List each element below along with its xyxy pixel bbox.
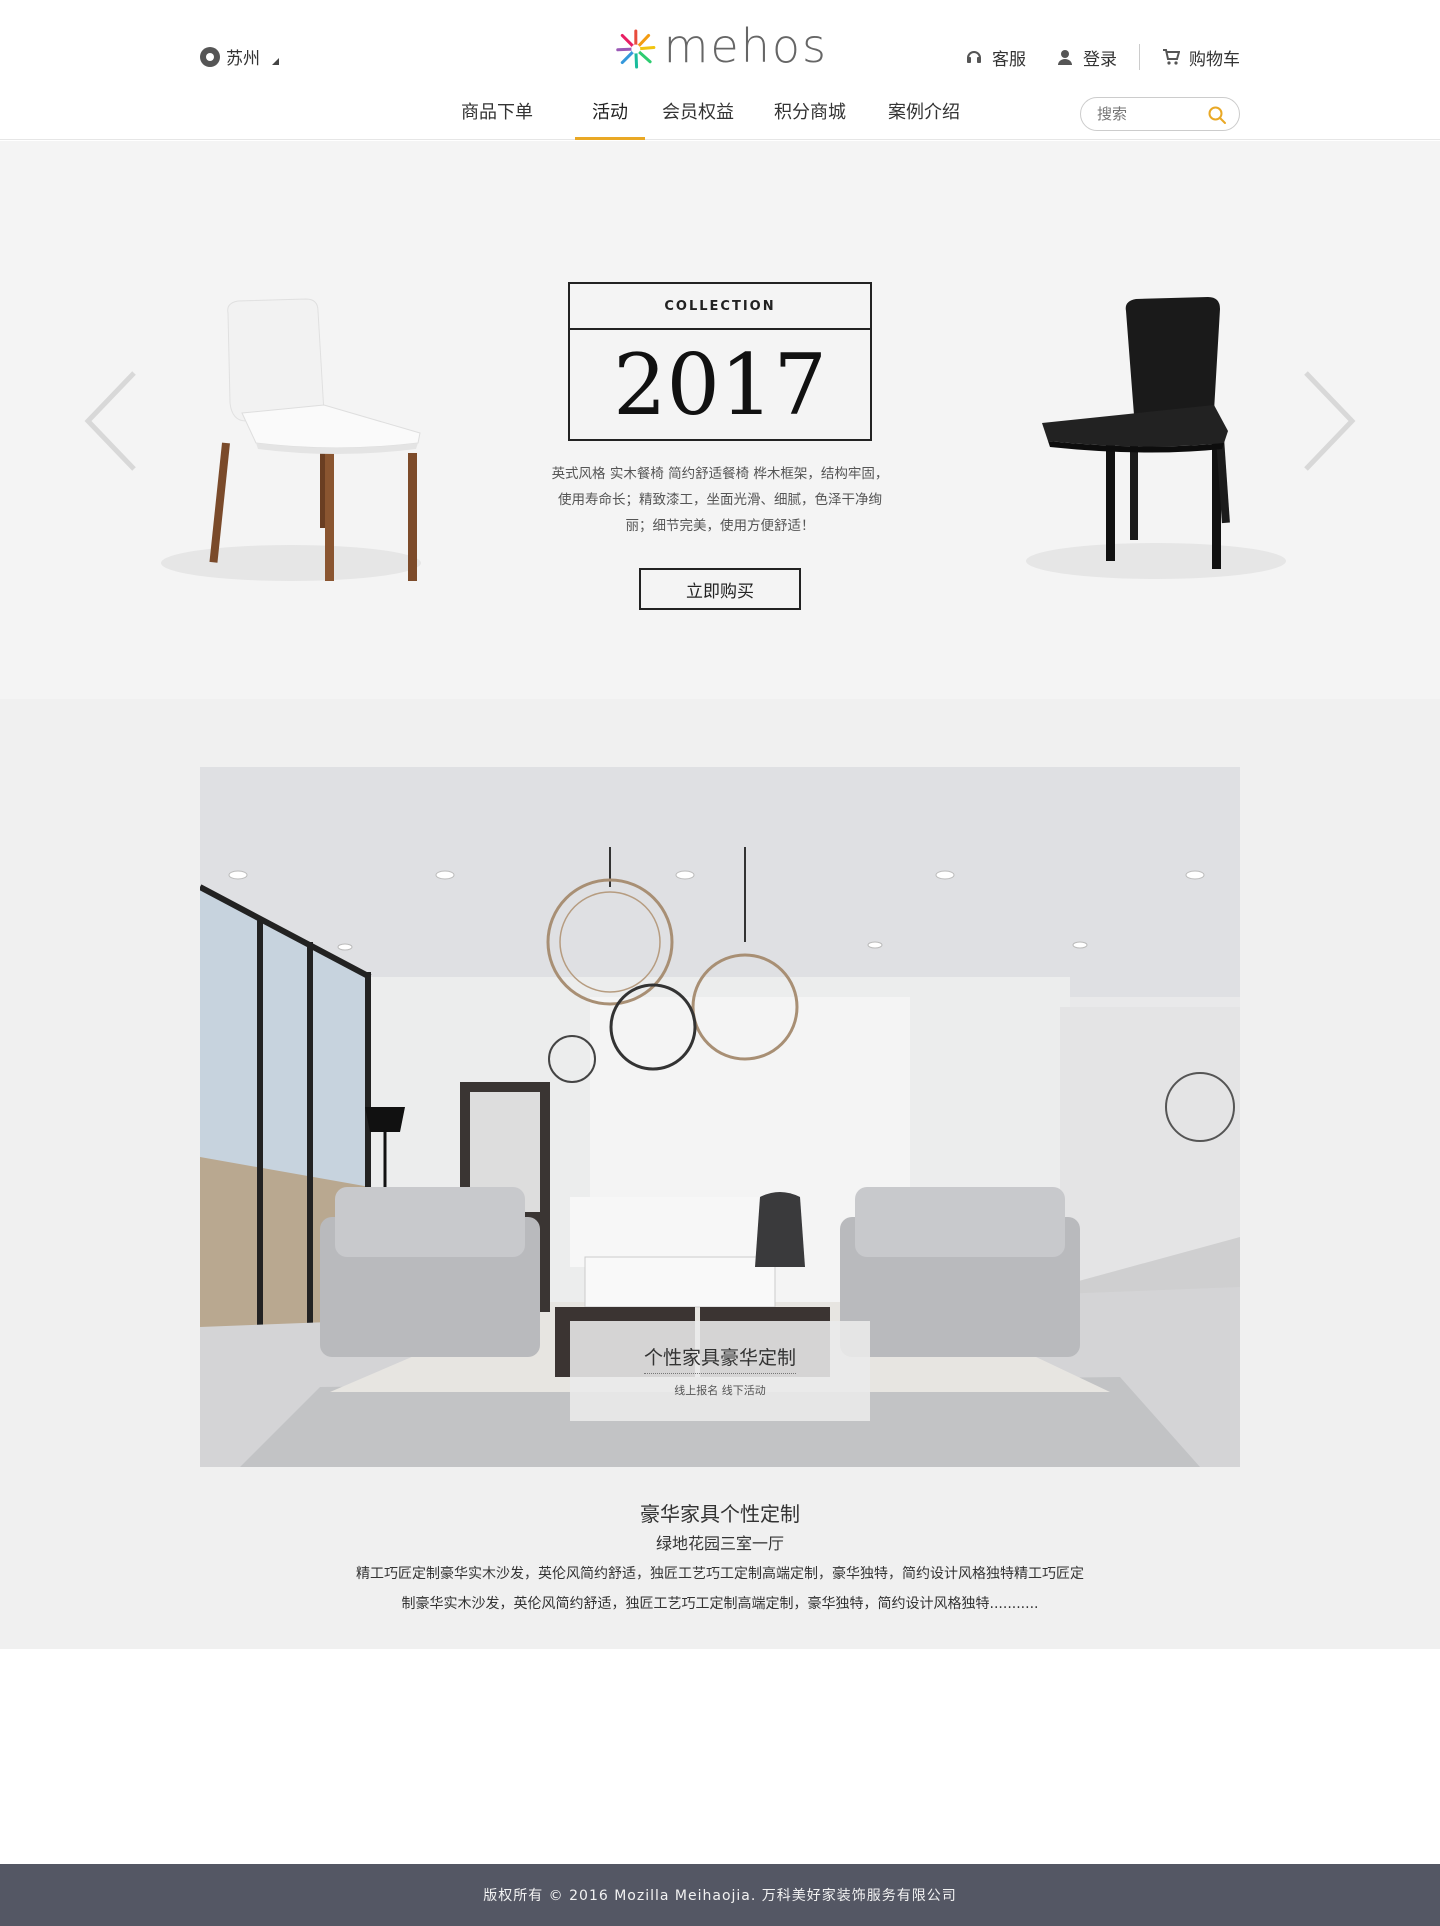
cart-link[interactable]: 购物车 (1162, 45, 1240, 70)
headset-icon (967, 51, 981, 63)
nav-item-activity[interactable]: 活动 (592, 98, 628, 140)
service-label: 客服 (992, 49, 1026, 70)
prev-arrow-icon[interactable] (82, 369, 142, 473)
living-room-image[interactable]: 个性家具豪华定制 线上报名 线下活动 (200, 767, 1240, 1467)
overlay-subtitle: 线上报名 线下活动 (674, 1384, 766, 1397)
site-logo[interactable]: mehos (614, 19, 828, 78)
location-pin-icon (200, 46, 220, 67)
copyright-text: 版权所有 © 2016 Mozilla Meihaojia. 万科美好家装饰服务… (483, 1888, 957, 1904)
page: 苏州 mehos 客服 登录 购物车 商品下单 活动 会员权益 积分商城 案例介… (0, 0, 1440, 1926)
feature-description: 精工巧匠定制豪华实木沙发，英伦风简约舒适，独匠工艺巧工定制高端定制，豪华独特，简… (356, 1566, 1084, 1612)
caret-icon (272, 58, 279, 65)
city-label: 苏州 (226, 49, 260, 69)
city-selector[interactable]: 苏州 (200, 44, 279, 69)
nav-item-points-mall[interactable]: 积分商城 (774, 98, 846, 140)
cart-label: 购物车 (1189, 49, 1240, 70)
site-header: 苏州 mehos 客服 登录 购物车 商品下单 活动 会员权益 积分商城 案例介… (0, 0, 1440, 140)
collection-box: COLLECTION 2017 (568, 282, 872, 441)
black-chair-image (1026, 297, 1286, 579)
site-footer: 版权所有 © 2016 Mozilla Meihaojia. 万科美好家装饰服务… (0, 1864, 1440, 1926)
collection-year: 2017 (613, 335, 827, 434)
nav-item-order[interactable]: 商品下单 (461, 98, 533, 140)
next-arrow-icon[interactable] (1298, 369, 1358, 473)
login-label: 登录 (1083, 49, 1117, 70)
service-link[interactable]: 客服 (965, 45, 1026, 70)
feature-title: 豪华家具个性定制 (640, 1502, 800, 1526)
overlay-title: 个性家具豪华定制 (643, 1343, 796, 1374)
collection-label: COLLECTION (570, 284, 870, 330)
buy-now-button[interactable]: 立即购买 (639, 568, 801, 610)
logo-wordmark: mehos (663, 19, 828, 73)
hero-banner: COLLECTION 2017 英式风格 实木餐椅 简约舒适餐椅 桦木框架，结构… (0, 141, 1440, 699)
nav-item-membership[interactable]: 会员权益 (662, 98, 734, 140)
search-box (1080, 97, 1240, 131)
nav-item-cases[interactable]: 案例介绍 (888, 98, 960, 140)
top-links: 客服 登录 购物车 (965, 44, 1240, 70)
feature-section: 个性家具豪华定制 线上报名 线下活动 豪华家具个性定制 绿地花园三室一厅 精工巧… (0, 699, 1440, 1649)
search-icon[interactable] (1207, 105, 1227, 125)
header-divider (1139, 44, 1140, 70)
search-input[interactable] (1097, 105, 1197, 123)
login-link[interactable]: 登录 (1056, 45, 1117, 70)
white-chair-image (161, 298, 421, 581)
hero-description: 英式风格 实木餐椅 简约舒适餐椅 桦木框架，结构牢固，使用寿命长；精致漆工，坐面… (551, 466, 889, 534)
logo-star-icon (616, 29, 656, 69)
nav-active-indicator (575, 137, 645, 140)
overlay-card[interactable]: 个性家具豪华定制 线上报名 线下活动 (570, 1321, 870, 1421)
feature-subtitle: 绿地花园三室一厅 (655, 1534, 784, 1553)
user-icon (1058, 50, 1072, 65)
cart-icon (1163, 49, 1180, 65)
